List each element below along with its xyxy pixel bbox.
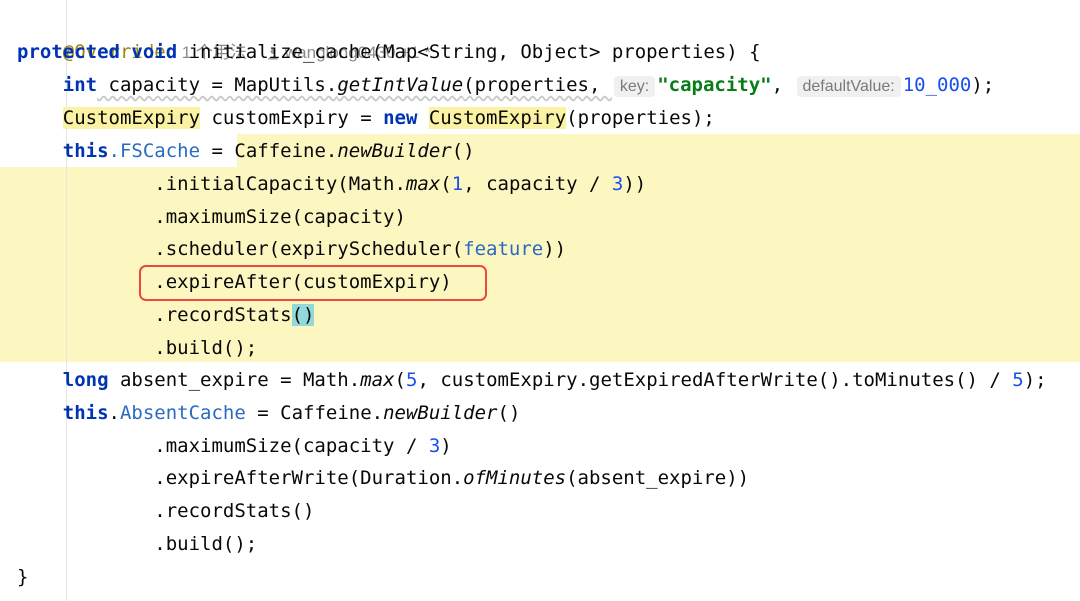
number-literal: 3 [428, 435, 441, 457]
code-text: = [200, 140, 235, 162]
code-text: ); [1023, 369, 1047, 391]
code-text: () [451, 140, 475, 162]
code-text: )) [623, 173, 647, 195]
code-text: capacity = MapUtils. [97, 74, 338, 96]
method-name: max [360, 369, 395, 391]
code-text: , capacity / [463, 173, 612, 195]
code-editor[interactable]: @Override 1 个用法 wanglong0430 +1 * protecte… [0, 0, 1080, 601]
code-text: .expireAfterWrite(Duration. [154, 467, 464, 489]
code-text: .recordStats [154, 304, 292, 326]
code-line-1: @Override 1 个用法 wanglong0430 +1 * [17, 3, 431, 63]
code-text: absent_expire = Math. [108, 369, 361, 391]
method-name: ofMinutes [463, 467, 567, 489]
code-text: (properties, [463, 74, 612, 96]
method-signature: initialize_cache(Map<String, Object> pro… [177, 41, 761, 63]
code-text: .initialCapacity(Math. [154, 173, 406, 195]
code-text: .maximumSize(capacity / [154, 435, 429, 457]
code-line-15: .expireAfterWrite(Duration.ofMinutes(abs… [17, 462, 749, 495]
type-name: CustomExpiry [62, 107, 201, 129]
type-keyword: int [62, 74, 98, 96]
parameter-hint-default: defaultValue: [796, 76, 901, 97]
number-literal: 5 [1012, 369, 1024, 391]
method-name: newBuilder [383, 402, 498, 424]
method-name: newBuilder [337, 140, 452, 162]
code-line-3: int capacity = MapUtils.getIntValue(prop… [17, 69, 994, 102]
class-name: Caffeine. [234, 140, 338, 162]
code-text: ); [971, 74, 995, 96]
code-line-14: .maximumSize(capacity / 3) [17, 430, 452, 463]
code-line-6: .initialCapacity(Math.max(1, capacity / … [17, 168, 646, 201]
code-line-7: .maximumSize(capacity) [17, 201, 406, 234]
code-text: customExpiry = [200, 107, 384, 129]
field-name: feature [463, 238, 544, 260]
code-text: )) [543, 238, 567, 260]
code-line-5: this.FSCache = Caffeine.newBuilder() [17, 135, 475, 168]
code-line-13: this.AbsentCache = Caffeine.newBuilder() [17, 397, 521, 430]
closing-brace: } [17, 566, 29, 588]
code-line-18: } [17, 561, 28, 594]
code-text: .build(); [154, 533, 258, 555]
code-line-16: .recordStats() [17, 495, 314, 528]
code-line-17: .build(); [17, 528, 257, 561]
code-text: (absent_expire)) [566, 467, 750, 489]
code-text: ( [394, 369, 406, 391]
number-literal: 10_000 [902, 74, 972, 96]
this-keyword: this [62, 402, 109, 424]
code-text: . [108, 402, 120, 424]
code-text: ) [440, 435, 452, 457]
method-name: max [405, 173, 441, 195]
code-text: .recordStats() [154, 500, 315, 522]
number-literal: 3 [611, 173, 624, 195]
code-text: .scheduler(expiryScheduler( [154, 238, 464, 260]
new-keyword: new [383, 107, 418, 129]
method-name: getIntValue [337, 74, 464, 96]
field-name: AbsentCache [119, 402, 246, 424]
string-literal: "capacity" [657, 74, 772, 96]
type-keyword: long [62, 369, 109, 391]
code-text: .build(); [154, 337, 258, 359]
code-line-12: long absent_expire = Math.max(5, customE… [17, 364, 1047, 397]
code-text: ( [440, 173, 452, 195]
number-literal: 1 [451, 173, 464, 195]
code-text: () [497, 402, 521, 424]
keyword: protected void [17, 41, 178, 63]
class-name: CustomExpiry [428, 107, 567, 129]
code-line-10: .recordStats() [17, 299, 315, 332]
code-text: = Caffeine. [245, 402, 384, 424]
code-line-2: protected void initialize_cache(Map<Stri… [17, 36, 761, 69]
code-text: (properties); [566, 107, 715, 129]
number-literal: 5 [405, 369, 418, 391]
code-text: capacity = MapUtils.getIntValue(properti… [97, 74, 612, 96]
code-line-11: .build(); [17, 332, 257, 365]
this-keyword: this [62, 140, 109, 162]
code-line-4: CustomExpiry customExpiry = new CustomEx… [17, 102, 715, 135]
code-text: , customExpiry.getExpiredAfterWrite().to… [417, 369, 1013, 391]
code-line-8: .scheduler(expiryScheduler(feature)) [17, 233, 566, 266]
field-name: .FSCache [108, 140, 201, 162]
parameter-hint-key: key: [613, 76, 656, 97]
callout-highlight-box [139, 265, 487, 301]
code-text: .maximumSize(capacity) [154, 206, 406, 228]
code-text: , [771, 74, 795, 96]
bracket-match: () [291, 304, 315, 326]
